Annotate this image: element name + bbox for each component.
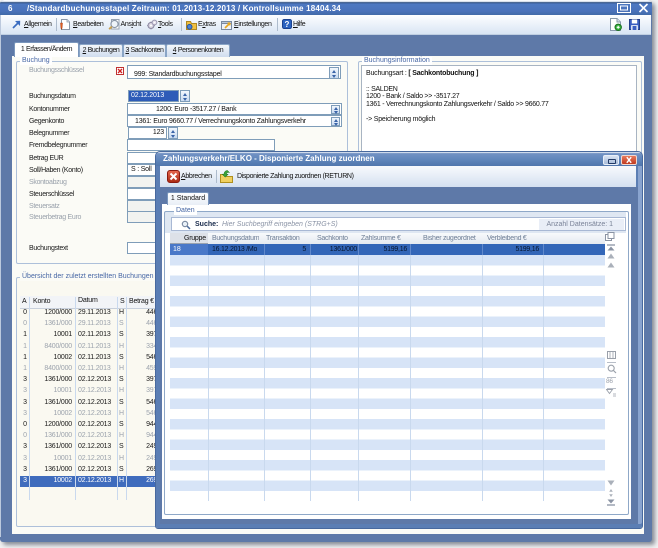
svg-text:?: ?: [285, 20, 290, 29]
